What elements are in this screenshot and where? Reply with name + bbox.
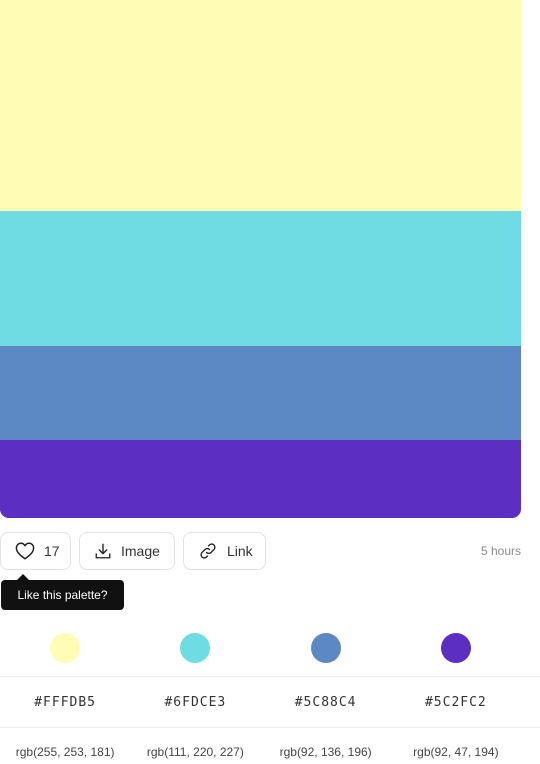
hex-code[interactable]: #FFFDB5	[0, 677, 130, 727]
color-dot[interactable]	[50, 633, 81, 663]
rgb-code[interactable]: rgb(92, 136, 196)	[261, 728, 391, 764]
link-icon	[198, 542, 218, 560]
rgb-code[interactable]: rgb(255, 253, 181)	[0, 728, 130, 764]
download-image-button[interactable]: Image	[79, 532, 175, 570]
swatch-hex-row: #FFFDB5 #6FDCE3 #5C88C4 #5C2FC2	[0, 676, 540, 728]
color-dot[interactable]	[440, 633, 471, 663]
color-dot[interactable]	[310, 633, 341, 663]
link-label: Link	[227, 543, 253, 559]
like-tooltip: Like this palette?	[1, 574, 124, 610]
color-stripe[interactable]	[0, 440, 521, 518]
swatch-dots-row	[0, 620, 521, 676]
color-stripe[interactable]	[0, 211, 521, 346]
heart-icon	[15, 542, 35, 560]
hex-code[interactable]: #5C88C4	[261, 677, 391, 727]
swatch-rgb-row: rgb(255, 253, 181) rgb(111, 220, 227) rg…	[0, 728, 521, 764]
palette-preview	[0, 0, 521, 518]
copy-link-button[interactable]: Link	[183, 532, 266, 570]
color-stripe[interactable]	[0, 346, 521, 440]
hex-code[interactable]: #5C2FC2	[391, 677, 521, 727]
image-label: Image	[121, 543, 160, 559]
color-dot[interactable]	[180, 633, 211, 663]
swatch-table: #FFFDB5 #6FDCE3 #5C88C4 #5C2FC2 rgb(255,…	[0, 620, 540, 764]
like-button[interactable]: 17	[0, 532, 71, 570]
palette-actions: 17 Image Link 5 hours	[0, 532, 521, 570]
timestamp: 5 hours	[480, 544, 521, 558]
rgb-code[interactable]: rgb(111, 220, 227)	[130, 728, 260, 764]
download-icon	[94, 542, 112, 560]
like-count: 17	[44, 543, 60, 559]
rgb-code[interactable]: rgb(92, 47, 194)	[391, 728, 521, 764]
hex-code[interactable]: #6FDCE3	[130, 677, 260, 727]
color-stripe[interactable]	[0, 0, 521, 211]
